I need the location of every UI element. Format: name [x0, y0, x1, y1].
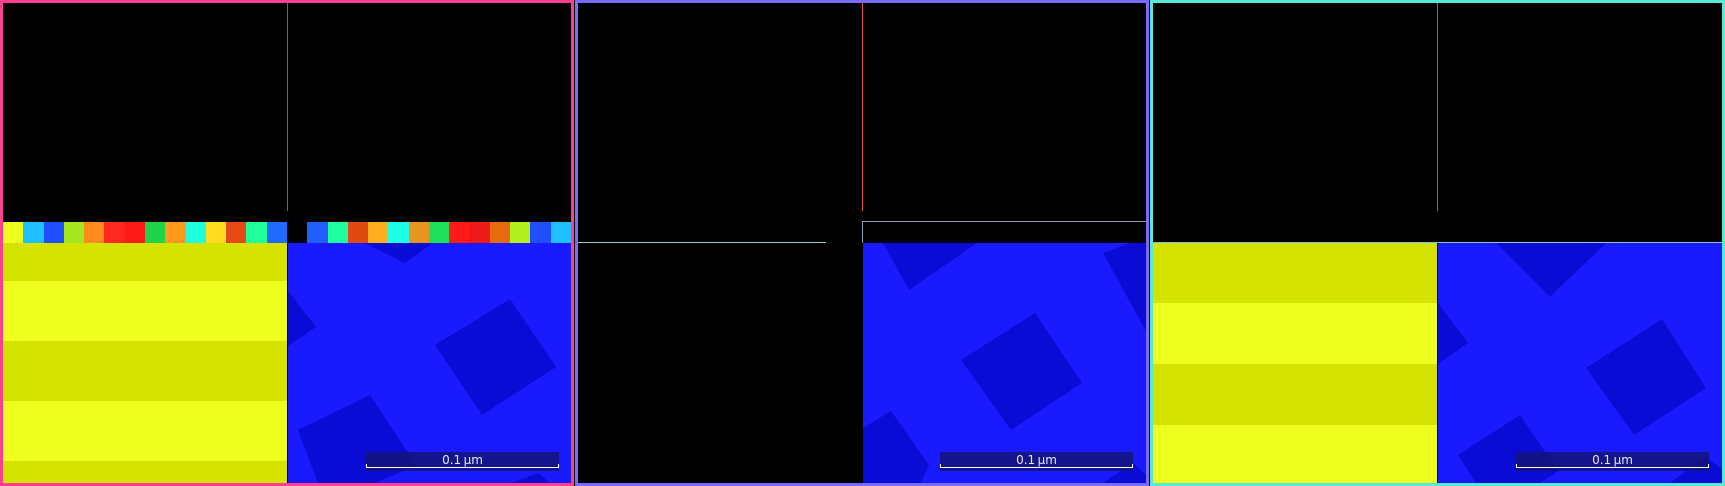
- label-color-cell: [3, 222, 24, 243]
- blue-texture-region: [863, 243, 1146, 483]
- label-color-cell: [489, 222, 511, 243]
- label-color-cell: [23, 222, 44, 243]
- label-color-cell: [428, 222, 450, 243]
- label-color-cell: [550, 222, 571, 243]
- label-color-cell: [124, 222, 145, 243]
- yellow-stripe-region: [1153, 243, 1437, 483]
- label-color-cell: [266, 222, 287, 243]
- scale-bar: 0.1 µm: [1516, 452, 1709, 471]
- panel-1-vertical-divider: [287, 3, 288, 211]
- label-color-cell: [530, 222, 551, 243]
- label-color-cell: [368, 222, 389, 243]
- label-color-cell: [144, 222, 166, 243]
- label-color-cell: [286, 222, 308, 243]
- panel-3-vertical-divider: [1437, 3, 1438, 211]
- panel-2-inset-outline: [862, 221, 1147, 243]
- label-color-cell: [43, 222, 64, 243]
- scale-bar-line: [940, 464, 1133, 468]
- label-color-cell: [408, 222, 429, 243]
- label-color-cell: [307, 222, 328, 243]
- label-color-cell: [327, 222, 348, 243]
- label-color-cell: [165, 222, 186, 243]
- label-color-cell: [104, 222, 125, 243]
- scale-bar: 0.1 µm: [940, 452, 1133, 471]
- label-color-cell: [185, 222, 206, 243]
- label-color-cell: [449, 222, 470, 243]
- label-color-cell: [226, 222, 247, 243]
- viewer-panel-2[interactable]: 0.1 µm: [575, 0, 1149, 486]
- label-color-cell: [347, 222, 369, 243]
- label-color-cell: [246, 222, 267, 243]
- label-color-cell: [84, 222, 105, 243]
- scale-bar-line: [1516, 464, 1709, 468]
- blue-texture-region: [288, 243, 571, 483]
- label-color-cell: [510, 222, 531, 243]
- viewer-panel-1[interactable]: 0.1 µm: [0, 0, 574, 486]
- panel-2-horizontal-line: [578, 242, 826, 243]
- blue-texture-region: [1438, 243, 1722, 483]
- inset-dark-notch: [863, 232, 901, 243]
- label-color-strip: [3, 222, 571, 243]
- yellow-stripe-region: [3, 243, 287, 483]
- label-color-cell: [469, 222, 490, 243]
- viewer-panel-3[interactable]: 0.1 µm: [1150, 0, 1725, 486]
- panel-2-vertical-divider: [862, 3, 863, 211]
- scale-bar-line: [366, 464, 559, 468]
- label-color-cell: [388, 222, 409, 243]
- label-color-cell: [63, 222, 85, 243]
- label-color-cell: [205, 222, 227, 243]
- scale-bar: 0.1 µm: [366, 452, 559, 471]
